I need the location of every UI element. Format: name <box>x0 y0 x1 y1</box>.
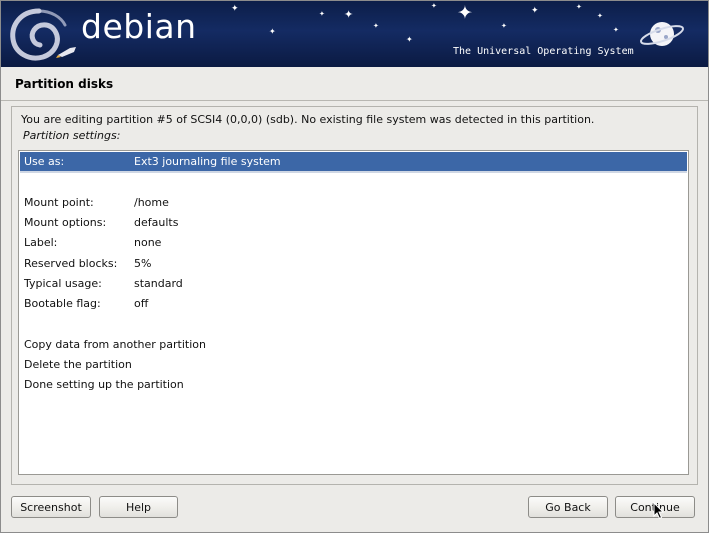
go-back-button[interactable]: Go Back <box>528 496 608 518</box>
setting-value: defaults <box>134 216 179 229</box>
action-label: Copy data from another partition <box>24 338 206 351</box>
setting-key: Label: <box>24 236 58 249</box>
list-item-mount-point[interactable]: Mount point: /home <box>20 193 687 213</box>
star-icon: ✦ <box>531 6 539 16</box>
setting-key: Bootable flag: <box>24 297 101 310</box>
planet-icon <box>639 22 685 46</box>
star-icon: ✦ <box>597 12 603 20</box>
star-icon: ✦ <box>231 4 239 14</box>
star-icon: ✦ <box>457 2 473 24</box>
help-button[interactable]: Help <box>99 496 178 518</box>
setting-key: Mount options: <box>24 216 107 229</box>
star-icon: ✦ <box>613 26 619 34</box>
title-divider <box>1 100 708 101</box>
list-item-use-as[interactable]: Use as: Ext3 journaling file system <box>20 152 687 173</box>
list-item-mount-options[interactable]: Mount options: defaults <box>20 213 687 233</box>
setting-value: 5% <box>134 257 152 270</box>
list-item-delete-partition[interactable]: Delete the partition <box>20 355 687 375</box>
action-label: Delete the partition <box>24 358 132 371</box>
setting-value: none <box>134 236 162 249</box>
star-icon: ✦ <box>319 10 325 18</box>
screenshot-button[interactable]: Screenshot <box>11 496 91 518</box>
main-panel: You are editing partition #5 of SCSI4 (0… <box>11 106 698 485</box>
star-icon: ✦ <box>373 22 379 30</box>
page-title: Partition disks <box>15 77 114 91</box>
setting-value: standard <box>134 277 183 290</box>
list-item-done-setting-up[interactable]: Done setting up the partition <box>20 375 687 395</box>
star-icon: ✦ <box>576 3 582 11</box>
setting-key: Mount point: <box>24 196 94 209</box>
list-item-label[interactable]: Label: none <box>20 233 687 253</box>
partition-info-text: You are editing partition #5 of SCSI4 (0… <box>21 113 595 126</box>
star-icon: ✦ <box>431 2 437 10</box>
partition-settings-list[interactable]: Use as: Ext3 journaling file system Moun… <box>18 150 689 475</box>
mouse-cursor-icon <box>653 502 665 520</box>
setting-key: Use as: <box>24 155 65 168</box>
setting-value: Ext3 journaling file system <box>134 155 281 168</box>
star-icon: ✦ <box>406 35 413 44</box>
star-icon: ✦ <box>344 8 354 21</box>
installer-window: debian ✦ ✦ ✦ ✦ ✦ ✦ ✦ ✦ ✦ ✦ ✦ ✦ ✦ The Uni… <box>0 0 709 533</box>
action-label: Done setting up the partition <box>24 378 184 391</box>
tagline: The Universal Operating System <box>453 46 634 57</box>
setting-key: Reserved blocks: <box>24 257 118 270</box>
setting-key: Typical usage: <box>24 277 102 290</box>
partition-settings-label: Partition settings: <box>23 129 121 142</box>
setting-value: /home <box>134 196 169 209</box>
list-item-typical-usage[interactable]: Typical usage: standard <box>20 274 687 294</box>
rocket-icon <box>56 47 76 58</box>
list-item-reserved-blocks[interactable]: Reserved blocks: 5% <box>20 254 687 274</box>
star-icon: ✦ <box>501 22 507 30</box>
debian-banner: debian ✦ ✦ ✦ ✦ ✦ ✦ ✦ ✦ ✦ ✦ ✦ ✦ ✦ The Uni… <box>1 1 708 67</box>
list-item-copy-data[interactable]: Copy data from another partition <box>20 335 687 355</box>
star-icon: ✦ <box>269 27 276 36</box>
setting-value: off <box>134 297 149 310</box>
debian-wordmark: debian <box>81 7 197 46</box>
list-item-bootable-flag[interactable]: Bootable flag: off <box>20 294 687 314</box>
